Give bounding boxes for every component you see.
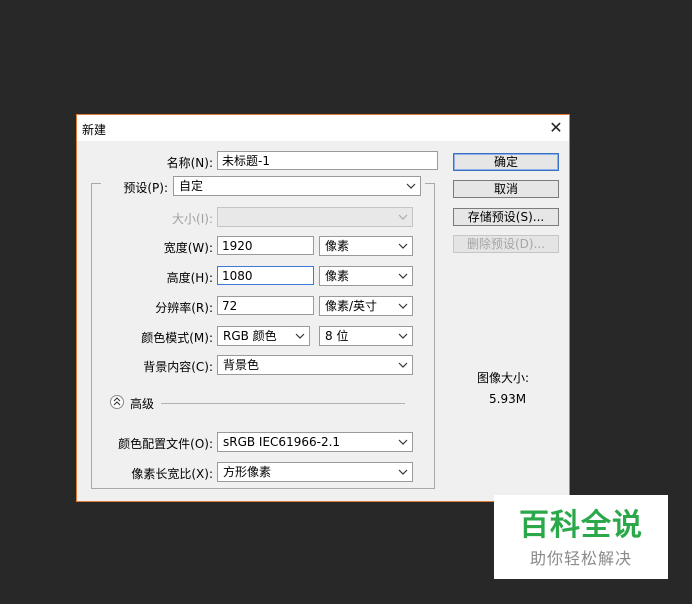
color-mode-label: 颜色模式(M): <box>141 331 213 345</box>
bit-depth-value: 8 位 <box>325 329 349 343</box>
resolution-unit-value: 像素/英寸 <box>325 299 378 313</box>
watermark-title: 百科全说 <box>519 508 643 543</box>
chevron-down-icon <box>405 180 417 192</box>
chevron-down-icon <box>397 436 409 448</box>
background-value: 背景色 <box>223 358 260 372</box>
color-profile-label: 颜色配置文件(O): <box>118 437 213 451</box>
height-unit-value: 像素 <box>325 269 350 283</box>
chevron-down-icon <box>294 330 306 342</box>
height-unit-select[interactable]: 像素 <box>319 266 413 286</box>
pixel-aspect-label: 像素长宽比(X): <box>131 467 213 481</box>
chevron-down-icon <box>397 240 409 252</box>
preset-label: 预设(P): <box>123 181 168 195</box>
color-profile-value: sRGB IEC61966-2.1 <box>223 435 341 449</box>
save-preset-button[interactable]: 存储预设(S)... <box>453 208 559 226</box>
background-select[interactable]: 背景色 <box>217 355 413 375</box>
chevron-down-icon <box>397 466 409 478</box>
advanced-label: 高级 <box>130 397 155 411</box>
width-label: 宽度(W): <box>163 241 213 255</box>
image-size-value: 5.93M <box>489 392 527 406</box>
bit-depth-select[interactable]: 8 位 <box>319 326 413 346</box>
watermark-subtitle: 助你轻松解决 <box>529 549 632 568</box>
pixel-aspect-value: 方形像素 <box>223 465 272 479</box>
color-profile-select[interactable]: sRGB IEC61966-2.1 <box>217 432 413 452</box>
new-document-dialog: 新建 ✕ 名称(N): 预设(P): 自定 大小(I): 宽度(W): 像素 高… <box>76 114 570 502</box>
background-label: 背景内容(C): <box>143 360 213 374</box>
preset-select[interactable]: 自定 <box>173 176 421 196</box>
chevron-up-icon <box>113 397 121 406</box>
resolution-unit-select[interactable]: 像素/英寸 <box>319 296 413 316</box>
image-size-label: 图像大小: <box>477 371 530 385</box>
cancel-button[interactable]: 取消 <box>453 180 559 198</box>
color-mode-select[interactable]: RGB 颜色 <box>217 326 310 346</box>
delete-preset-button: 删除预设(D)... <box>453 235 559 253</box>
width-input[interactable] <box>217 236 314 255</box>
preset-select-value: 自定 <box>179 179 204 193</box>
dialog-titlebar[interactable]: 新建 ✕ <box>77 115 569 141</box>
resolution-label: 分辨率(R): <box>155 301 213 315</box>
chevron-down-icon <box>397 359 409 371</box>
height-input[interactable] <box>217 266 314 285</box>
chevron-down-icon <box>397 270 409 282</box>
width-unit-select[interactable]: 像素 <box>319 236 413 256</box>
chevron-down-icon <box>397 330 409 342</box>
close-icon[interactable]: ✕ <box>543 115 569 141</box>
advanced-divider <box>161 403 405 404</box>
size-select <box>217 207 413 227</box>
height-label: 高度(H): <box>166 271 213 285</box>
advanced-toggle[interactable] <box>110 395 124 409</box>
name-label: 名称(N): <box>166 156 213 170</box>
chevron-down-icon <box>397 211 409 223</box>
color-mode-value: RGB 颜色 <box>223 329 277 343</box>
name-input[interactable] <box>217 151 438 170</box>
watermark-logo: 百科全说 助你轻松解决 <box>494 495 668 579</box>
width-unit-value: 像素 <box>325 239 350 253</box>
dialog-title: 新建 <box>82 123 107 137</box>
ok-button[interactable]: 确定 <box>453 153 559 171</box>
chevron-down-icon <box>397 300 409 312</box>
size-label: 大小(I): <box>172 212 213 226</box>
pixel-aspect-select[interactable]: 方形像素 <box>217 462 413 482</box>
resolution-input[interactable] <box>217 296 314 315</box>
